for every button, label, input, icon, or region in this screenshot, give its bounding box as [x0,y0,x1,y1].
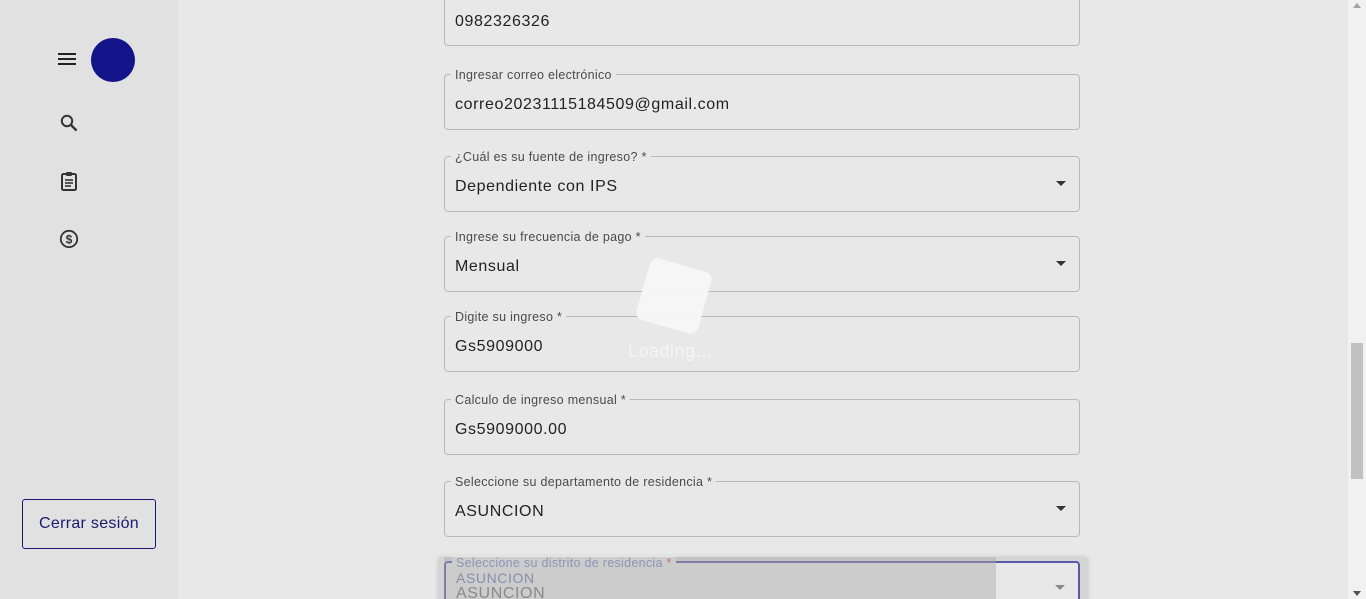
dollar-circle-icon[interactable]: $ [57,227,81,251]
income-label: Digite su ingreso * [451,310,567,324]
monthly-income-label: Calculo de ingreso mensual * [451,393,630,407]
monthly-income-field[interactable]: Calculo de ingreso mensual * Gs5909000.0… [444,393,1080,455]
dropdown-arrow-icon[interactable] [1055,585,1065,590]
phone-field[interactable]: 0982326326 [444,0,1080,46]
page-scrollbar[interactable] [1348,0,1366,599]
department-value: ASUNCION [455,503,545,520]
hamburger-menu-icon[interactable] [55,47,79,71]
income-source-label: ¿Cuál es su fuente de ingreso? * [451,150,651,164]
department-label: Seleccione su departamento de residencia… [451,475,717,489]
scroll-down-arrow-icon[interactable] [1353,591,1361,596]
pay-frequency-value: Mensual [455,258,520,275]
monthly-income-value: Gs5909000.00 [455,421,568,438]
logout-button[interactable]: Cerrar sesión [22,499,156,549]
dropdown-arrow-icon[interactable] [1056,261,1066,266]
income-source-select[interactable]: ¿Cuál es su fuente de ingreso? * Dependi… [444,150,1080,212]
scroll-thumb[interactable] [1351,343,1363,479]
income-field[interactable]: Digite su ingreso * Gs5909000 [444,310,1080,372]
clipboard-icon[interactable] [57,169,81,193]
email-label: Ingresar correo electrónico [451,68,616,82]
email-field[interactable]: Ingresar correo electrónico correo202311… [444,68,1080,130]
email-value: correo20231115184509@gmail.com [455,96,730,113]
search-icon[interactable] [57,111,81,135]
income-value: Gs5909000 [455,338,544,355]
scroll-up-arrow-icon[interactable] [1353,3,1361,8]
department-select[interactable]: Seleccione su departamento de residencia… [444,475,1080,537]
main-content: 0982326326 Ingresar correo electrónico c… [178,0,1348,599]
dropdown-arrow-icon[interactable] [1056,181,1066,186]
sidebar: $ Cerrar sesión [0,0,178,599]
loading-text: Loading... [628,341,713,361]
svg-text:$: $ [66,232,73,246]
pay-frequency-select[interactable]: Ingrese su frecuencia de pago * Mensual [444,230,1080,292]
income-source-value: Dependiente con IPS [455,178,618,195]
phone-value: 0982326326 [455,13,550,30]
pay-frequency-label: Ingrese su frecuencia de pago * [451,230,645,244]
avatar[interactable] [91,38,135,82]
loading-dim-overlay [444,557,996,599]
dropdown-arrow-icon[interactable] [1056,506,1066,511]
